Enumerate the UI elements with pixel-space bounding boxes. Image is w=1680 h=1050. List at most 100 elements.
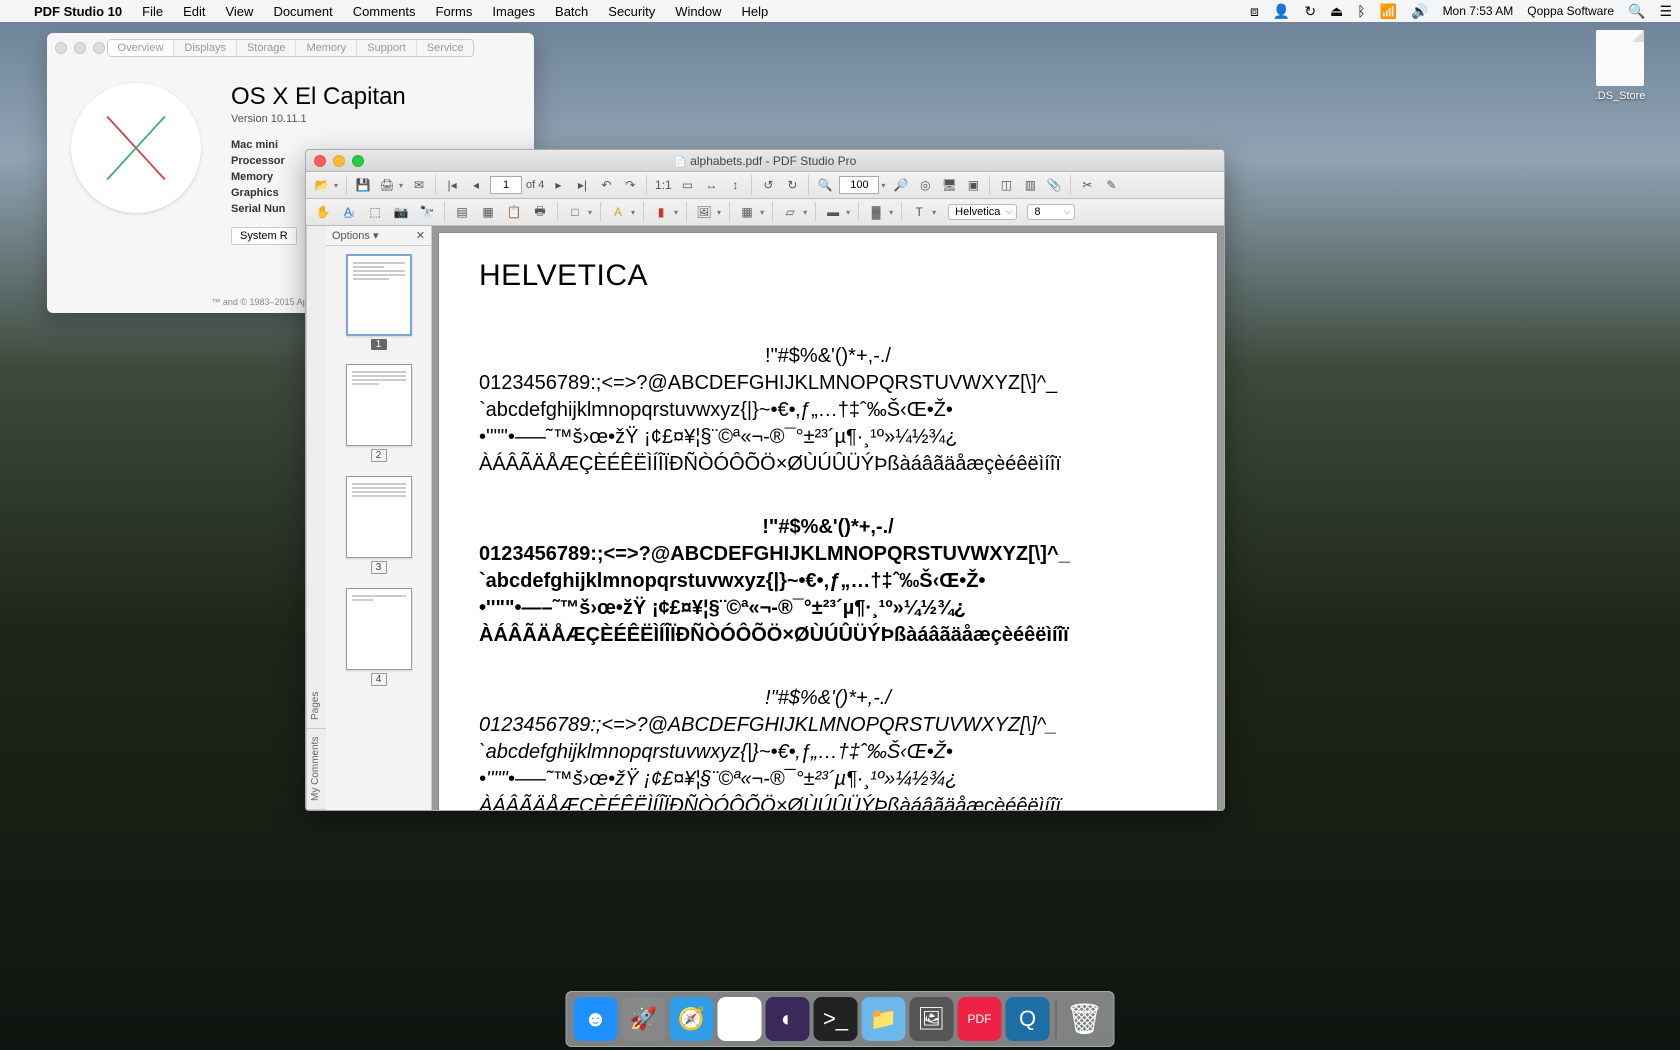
timemachine-icon[interactable]: ↻ bbox=[1304, 3, 1316, 20]
dock-launchpad[interactable]: 🚀 bbox=[622, 997, 666, 1041]
image-annot-button[interactable]: 🖼 bbox=[693, 202, 715, 222]
thumbs-close-button[interactable]: ✕ bbox=[416, 229, 425, 242]
menu-comments[interactable]: Comments bbox=[343, 4, 426, 19]
dropbox-icon[interactable]: ⧈ bbox=[1250, 3, 1259, 20]
thumbnail-2[interactable]: 2 bbox=[346, 364, 412, 462]
menu-images[interactable]: Images bbox=[482, 4, 545, 19]
tab-service[interactable]: Service bbox=[417, 40, 474, 56]
font-family-select[interactable]: Helvetica bbox=[948, 204, 1017, 220]
app-menu[interactable]: PDF Studio 10 bbox=[24, 4, 132, 19]
dock-safari[interactable]: 🧭 bbox=[670, 997, 714, 1041]
tab-displays[interactable]: Displays bbox=[174, 40, 237, 56]
dock-chrome[interactable]: ⊚ bbox=[718, 997, 762, 1041]
loupe-button[interactable]: ◎ bbox=[915, 175, 935, 195]
open-button[interactable]: 📂 bbox=[312, 175, 332, 195]
fit-width-button[interactable]: ↔ bbox=[701, 175, 721, 195]
ocr-button[interactable]: 📋 bbox=[503, 202, 525, 222]
pan-zoom-button[interactable]: 🖥 bbox=[939, 175, 959, 195]
menu-window[interactable]: Window bbox=[665, 4, 731, 19]
zoom-input[interactable] bbox=[839, 176, 879, 194]
menubar-user[interactable]: Qoppa Software bbox=[1527, 4, 1614, 18]
hand-tool-button[interactable]: ✋ bbox=[312, 202, 334, 222]
dock-pdf[interactable]: PDF bbox=[958, 997, 1002, 1041]
thumbnail-4[interactable]: 4 bbox=[346, 588, 412, 686]
thumbnail-3[interactable]: 3 bbox=[346, 476, 412, 574]
rotate-cw-button[interactable]: ↻ bbox=[782, 175, 802, 195]
typewriter-button[interactable]: T bbox=[908, 202, 930, 222]
bluetooth-icon[interactable]: ᛒ bbox=[1357, 3, 1365, 19]
crop-button[interactable]: ✂ bbox=[1077, 175, 1097, 195]
dock-folder[interactable]: 📁 bbox=[862, 997, 906, 1041]
rotate-ccw-button[interactable]: ↺ bbox=[758, 175, 778, 195]
page-number-input[interactable] bbox=[490, 176, 522, 194]
edit-content-button[interactable]: ✎ bbox=[1101, 175, 1121, 195]
zoom-in-button[interactable]: 🔎 bbox=[891, 175, 911, 195]
document-view[interactable]: HELVETICA !"#$%&'()*+,-./ 0123456789:;<=… bbox=[432, 226, 1224, 810]
snapshot-button[interactable]: 📷 bbox=[390, 202, 412, 222]
next-page-button[interactable]: ▸ bbox=[548, 175, 568, 195]
print-button[interactable]: 🖨 bbox=[377, 175, 397, 195]
email-button[interactable]: ✉ bbox=[409, 175, 429, 195]
tab-support[interactable]: Support bbox=[357, 40, 417, 56]
dock-pdfstudio[interactable]: Q bbox=[1006, 997, 1050, 1041]
snapshot2-button[interactable]: ▣ bbox=[963, 175, 983, 195]
window-controls[interactable] bbox=[55, 42, 105, 54]
tab-memory[interactable]: Memory bbox=[297, 40, 358, 56]
first-page-button[interactable]: |◂ bbox=[442, 175, 462, 195]
eject-icon[interactable]: ⏏ bbox=[1330, 3, 1343, 20]
measure-button[interactable]: ▦ bbox=[736, 202, 758, 222]
dock-preview[interactable]: 🖼 bbox=[910, 997, 954, 1041]
system-report-button[interactable]: System R bbox=[231, 227, 297, 245]
form-button[interactable]: ▤ bbox=[451, 202, 473, 222]
object-select-button[interactable]: ⬚ bbox=[364, 202, 386, 222]
prev-page-button[interactable]: ◂ bbox=[466, 175, 486, 195]
dock-finder[interactable]: ☻ bbox=[574, 997, 618, 1041]
menu-view[interactable]: View bbox=[215, 4, 263, 19]
dock-terminal[interactable]: >_ bbox=[814, 997, 858, 1041]
last-page-button[interactable]: ▸| bbox=[572, 175, 592, 195]
side-panel-button[interactable]: ◫ bbox=[996, 175, 1016, 195]
menu-edit[interactable]: Edit bbox=[173, 4, 215, 19]
zoom-out-button[interactable]: 🔍 bbox=[815, 175, 835, 195]
fit-page-button[interactable]: ▭ bbox=[677, 175, 697, 195]
redact-button[interactable]: ▓ bbox=[865, 202, 887, 222]
next-view-button[interactable]: ↷ bbox=[620, 175, 640, 195]
menubar-clock[interactable]: Mon 7:53 AM bbox=[1443, 4, 1514, 18]
rectangle-button[interactable]: □ bbox=[564, 202, 586, 222]
side-tab-comments[interactable]: My Comments bbox=[307, 729, 326, 810]
search-button[interactable]: 🔭 bbox=[416, 202, 438, 222]
dock-trash[interactable]: 🗑 bbox=[1063, 997, 1107, 1041]
wifi-icon[interactable]: 📶 bbox=[1380, 3, 1397, 20]
menu-document[interactable]: Document bbox=[263, 4, 342, 19]
tab-storage[interactable]: Storage bbox=[237, 40, 297, 56]
thumbs-options-button[interactable]: Options bbox=[332, 230, 370, 242]
prev-view-button[interactable]: ↶ bbox=[596, 175, 616, 195]
stamp-button[interactable]: ▮ bbox=[650, 202, 672, 222]
highlight-button[interactable]: ▬ bbox=[822, 202, 844, 222]
menu-security[interactable]: Security bbox=[598, 4, 665, 19]
spotlight-icon[interactable]: 🔍 bbox=[1628, 3, 1645, 20]
font-size-select[interactable]: 8 bbox=[1027, 204, 1075, 220]
two-page-button[interactable]: ▥ bbox=[1020, 175, 1040, 195]
menu-forms[interactable]: Forms bbox=[426, 4, 483, 19]
desktop-file-dsstore[interactable]: .DS_Store bbox=[1580, 30, 1660, 102]
pdf-titlebar[interactable]: 📄alphabets.pdf - PDF Studio Pro bbox=[306, 150, 1224, 172]
menu-file[interactable]: File bbox=[132, 4, 173, 19]
menu-help[interactable]: Help bbox=[732, 4, 779, 19]
scan-button[interactable]: 🖶 bbox=[529, 202, 551, 222]
attachments-button[interactable]: 📎 bbox=[1044, 175, 1064, 195]
callout-button[interactable]: ▱ bbox=[779, 202, 801, 222]
menu-batch[interactable]: Batch bbox=[545, 4, 598, 19]
volume-icon[interactable]: 🔊 bbox=[1411, 3, 1428, 20]
notification-center-icon[interactable]: ☰ bbox=[1659, 3, 1672, 20]
side-tab-pages[interactable]: Pages bbox=[307, 683, 326, 728]
tab-overview[interactable]: Overview bbox=[108, 40, 175, 56]
actual-size-button[interactable]: 1:1 bbox=[653, 175, 673, 195]
binoculars-icon[interactable]: 👤 bbox=[1273, 3, 1290, 20]
form2-button[interactable]: ▦ bbox=[477, 202, 499, 222]
thumbnail-1[interactable]: 1 bbox=[346, 254, 412, 350]
text-annot-button[interactable]: A bbox=[607, 202, 629, 222]
save-button[interactable]: 💾 bbox=[353, 175, 373, 195]
dock-eclipse[interactable]: ◐ bbox=[766, 997, 810, 1041]
window-controls[interactable] bbox=[314, 155, 364, 167]
